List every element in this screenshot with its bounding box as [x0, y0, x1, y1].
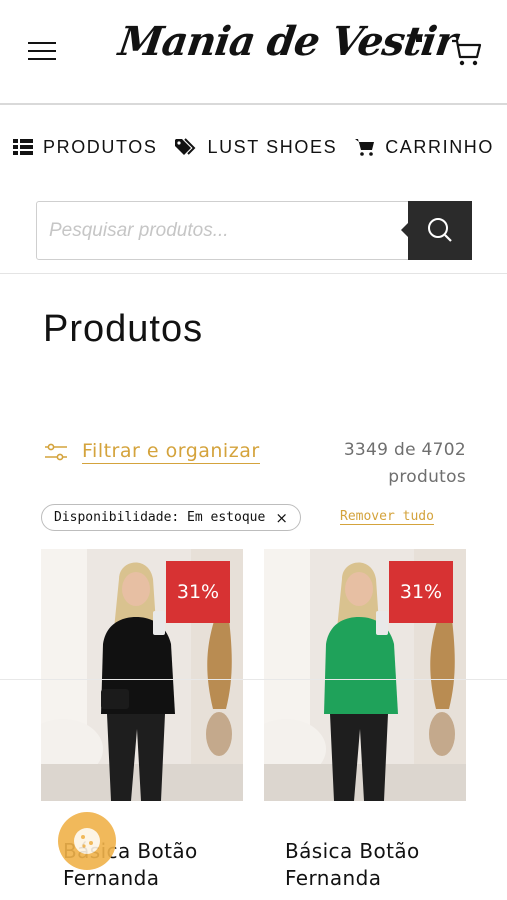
product-name[interactable]: Básica Botão Fernanda — [285, 838, 485, 892]
discount-badge: 31% — [166, 561, 230, 623]
nav-label: PRODUTOS — [42, 136, 158, 157]
cookie-preferences-button[interactable] — [58, 812, 116, 870]
nav-item-produtos[interactable]: PRODUTOS — [12, 125, 158, 169]
divider — [0, 273, 507, 274]
hamburger-menu-icon[interactable] — [28, 42, 56, 62]
search-input[interactable] — [37, 202, 407, 259]
product-card[interactable]: 31% — [41, 549, 243, 801]
product-card[interactable]: 31% — [264, 549, 466, 801]
logo-mark — [416, 36, 422, 42]
tag-icon — [175, 138, 196, 155]
remove-all-filters-link[interactable]: Remover tudo — [340, 509, 434, 525]
product-count-line2: produtos — [388, 467, 466, 487]
product-name-line1: Básica Botão — [285, 839, 420, 863]
nav-label: LUST SHOES — [207, 136, 338, 157]
shopping-cart-icon[interactable] — [450, 36, 484, 68]
site-header: Mania de Vestir — [0, 0, 507, 105]
store-logo[interactable]: Mania de Vestir — [114, 18, 459, 80]
main-navigation: PRODUTOS LUST SHOES CARRINHO — [0, 125, 507, 169]
search-bar — [36, 201, 472, 260]
active-filter-chip[interactable]: Disponibilidade: Em estoque × — [41, 504, 301, 531]
discount-badge: 31% — [389, 561, 453, 623]
nav-label: CARRINHO — [385, 136, 494, 157]
divider — [0, 679, 507, 680]
cookie-icon — [74, 828, 100, 854]
page-title: Produtos — [43, 308, 204, 350]
product-count-line1: 3349 de 4702 — [343, 440, 466, 460]
filter-label: Filtrar e organizar — [82, 440, 260, 464]
cart-icon — [355, 139, 375, 156]
list-icon — [12, 138, 33, 155]
nav-item-carrinho[interactable]: CARRINHO — [355, 125, 494, 169]
search-button[interactable] — [401, 201, 472, 260]
nav-item-lust-shoes[interactable]: LUST SHOES — [175, 125, 337, 169]
product-count: 3349 de 4702 produtos — [320, 437, 466, 491]
sliders-icon — [45, 443, 67, 461]
product-name-line2: Fernanda — [285, 866, 382, 890]
active-filter-label: Disponibilidade: Em estoque — [54, 510, 266, 525]
search-icon — [428, 218, 452, 242]
filter-sort-button[interactable]: Filtrar e organizar — [44, 440, 260, 464]
close-icon[interactable]: × — [275, 509, 288, 527]
